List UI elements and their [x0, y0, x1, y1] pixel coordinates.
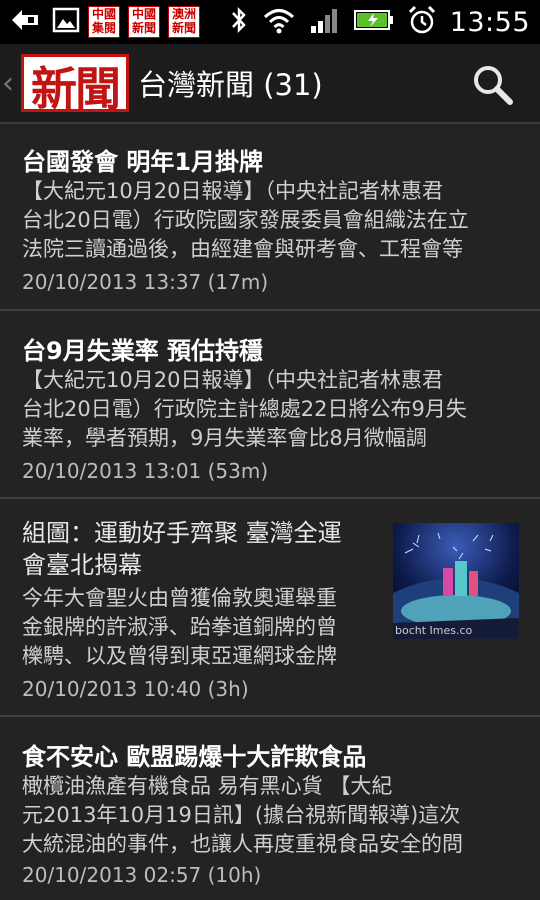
news-snippet-line: 大統混油的事件，也讓人再度重視食品安全的問 [22, 832, 463, 856]
news-snippet-line: 元2013年10月19日訊】(據台視新聞報導)這次 [22, 803, 461, 827]
news-date: 20/10/2013 13:01 (53m) [22, 459, 269, 483]
news-snippet-line: 櫟騁、以及曾得到東亞運網球金牌 [22, 644, 337, 668]
news-snippet-line: 業率，學者預期，9月失業率會比8月微幅調 [22, 426, 427, 450]
signal-icon [310, 6, 340, 38]
app-logo[interactable]: 新聞 [21, 54, 129, 116]
app-logo-text: 新聞 [31, 62, 121, 116]
news-date: 20/10/2013 10:40 (3h) [22, 677, 249, 701]
battery-charging-icon [353, 8, 394, 36]
news-snippet-line: 台北20日電）行政院國家發展委員會組織法在立 [22, 208, 469, 232]
wifi-icon [262, 6, 296, 38]
news-list: 台國發會 明年1月掛牌 【大紀元10月20日報導】（中央社記者林惠君 台北20日… [0, 124, 540, 900]
page-title: 台灣新聞 (31) [138, 68, 323, 102]
china-news-logo-icon: 中國 集閱 [88, 6, 120, 38]
news-snippet-line: 金銀牌的許淑淨、跆拳道銅牌的曾 [22, 615, 337, 639]
news-title: 食不安心 歐盟踢爆十大詐欺食品 [22, 743, 367, 771]
news-title-line: 會臺北揭幕 [22, 551, 142, 579]
news-snippet-line: 【大紀元10月20日報導】（中央社記者林惠君 [22, 368, 443, 392]
australia-news-logo-icon: 澳洲 新聞 [168, 6, 200, 38]
up-navigation-icon[interactable]: ‹ [2, 66, 14, 101]
image-notification-icon [52, 6, 80, 38]
news-item[interactable]: 食不安心 歐盟踢爆十大詐欺食品 橄欖油漁產有機食品 易有黑心貨 【大紀 元201… [0, 717, 540, 900]
news-title-line: 組圖：運動好手齊聚 臺灣全運 [22, 519, 342, 547]
action-bar: ‹ 新聞 台灣新聞 (31) [0, 44, 540, 124]
alarm-clock-icon [408, 5, 436, 39]
news-date: 20/10/2013 02:57 (10h) [22, 863, 262, 887]
news-snippet-line: 台北20日電）行政院主計總處22日將公布9月失 [22, 397, 467, 421]
search-button[interactable] [470, 62, 516, 108]
system-icons: 13:55 [230, 0, 530, 44]
search-icon [474, 66, 513, 105]
status-bar: 中國 集閱 中國 新聞 澳洲 新聞 13:55 [0, 0, 540, 44]
news-item[interactable]: 台9月失業率 預估持穩 【大紀元10月20日報導】（中央社記者林惠君 台北20日… [0, 311, 540, 499]
news-item[interactable]: 組圖：運動好手齊聚 臺灣全運 會臺北揭幕 今年大會聖火由曾獲倫敦奧運舉重 金銀牌… [0, 499, 540, 717]
news-snippet-line: 【大紀元10月20日報導】（中央社記者林惠君 [22, 179, 443, 203]
thumbnail-caption: bocht Imes.co [395, 624, 473, 637]
news-snippet-line: 法院三讀通過後，由經建會與研考會、工程會等 [22, 237, 463, 261]
back-notification-icon [10, 5, 44, 39]
news-thumbnail[interactable]: bocht Imes.co [393, 523, 519, 639]
notification-icons: 中國 集閱 中國 新聞 澳洲 新聞 [10, 5, 200, 39]
bluetooth-icon [230, 5, 248, 39]
news-title: 台9月失業率 預估持穩 [22, 337, 264, 365]
news-date: 20/10/2013 13:37 (17m) [22, 270, 269, 294]
news-title: 台國發會 明年1月掛牌 [22, 148, 264, 176]
china-news-logo-icon-2: 中國 新聞 [128, 6, 160, 38]
clock-time: 13:55 [449, 6, 530, 38]
news-snippet-line: 橄欖油漁產有機食品 易有黑心貨 【大紀 [22, 774, 393, 798]
news-snippet-line: 今年大會聖火由曾獲倫敦奧運舉重 [22, 586, 337, 610]
news-item[interactable]: 台國發會 明年1月掛牌 【大紀元10月20日報導】（中央社記者林惠君 台北20日… [0, 124, 540, 311]
